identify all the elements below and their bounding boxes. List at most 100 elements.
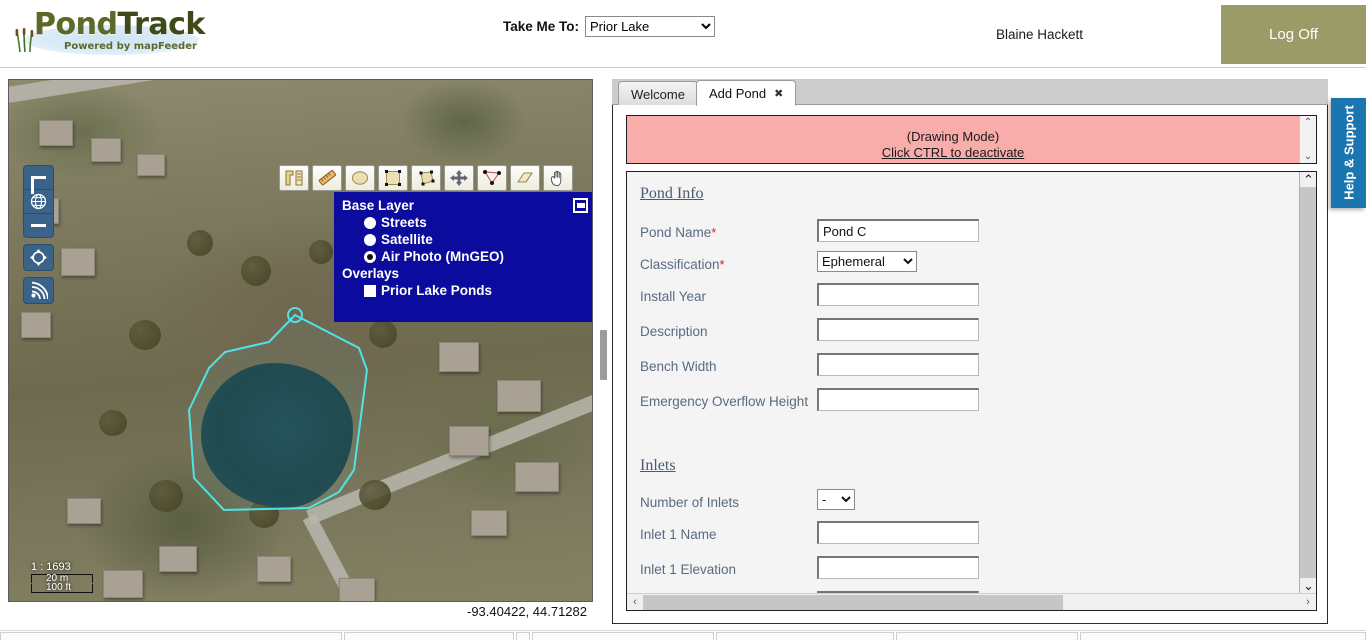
select-number-of-inlets[interactable]: - — [817, 489, 855, 510]
footer-strip — [0, 630, 1366, 640]
form-horizontal-scrollbar[interactable]: ‹ › — [627, 593, 1316, 610]
input-inlet-1-elevation[interactable] — [817, 556, 979, 579]
app-logo[interactable]: PondTrack Powered by mapFeeder — [6, 3, 206, 63]
tab-welcome-label: Welcome — [631, 86, 685, 102]
move-feature-tool-icon[interactable] — [444, 165, 474, 191]
map-scale-ratio: 1 : 1693 — [31, 561, 71, 573]
logo-tagline: Powered by mapFeeder — [64, 41, 197, 52]
tab-add-pond-label: Add Pond — [709, 85, 767, 101]
radio-icon-selected[interactable] — [364, 250, 376, 263]
overlay-option-prior-lake-ponds[interactable]: Prior Lake Ponds — [364, 282, 586, 299]
take-me-to-label: Take Me To: — [503, 19, 580, 34]
tab-close-icon[interactable]: ✖ — [774, 87, 783, 100]
map-tree — [241, 256, 271, 286]
base-layer-option-airphoto[interactable]: Air Photo (MnGEO) — [364, 248, 586, 265]
input-bench-width[interactable] — [817, 353, 979, 376]
field-row-install-year: Install Year — [640, 284, 706, 308]
footer-cell — [532, 632, 714, 640]
zoom-in-icon[interactable] — [23, 165, 54, 194]
map-building — [91, 138, 121, 162]
measure-distance-ruler-icon[interactable] — [312, 165, 342, 191]
take-me-to-select[interactable]: Prior Lake — [585, 16, 716, 37]
field-row-description: Description — [640, 319, 708, 343]
map-aerial-imagery[interactable]: 1 : 1693 20 m 100 ft — [9, 80, 592, 601]
form-scroll-right-icon[interactable]: › — [1300, 594, 1316, 611]
base-layer-label-satellite[interactable]: Satellite — [381, 231, 433, 248]
input-emergency-overflow-height[interactable] — [817, 388, 979, 411]
form-vertical-scrollbar[interactable]: ⌃ ⌄ — [1299, 172, 1316, 593]
edit-vertices-tool-icon[interactable] — [477, 165, 507, 191]
form-hscroll-thumb[interactable] — [643, 594, 1063, 610]
pond-form-frame: Pond Info Pond Name* Classification* Eph… — [626, 171, 1317, 611]
footer-cell — [0, 632, 342, 640]
scroll-down-icon[interactable]: ⌄ — [1304, 152, 1312, 162]
input-pond-name[interactable] — [817, 219, 979, 242]
input-install-year[interactable] — [817, 283, 979, 306]
input-inlet-1-name[interactable] — [817, 521, 979, 544]
map-tree — [187, 230, 213, 256]
map-tree — [149, 480, 183, 512]
help-and-support-label: Help & Support — [1341, 105, 1356, 200]
pan-hand-tool-icon[interactable] — [543, 165, 573, 191]
map-building — [471, 510, 507, 536]
reshape-polygon-tool-icon[interactable] — [411, 165, 441, 191]
field-row-pond-name: Pond Name* — [640, 220, 716, 244]
log-off-button[interactable]: Log Off — [1221, 5, 1366, 64]
globe-icon[interactable] — [23, 189, 54, 214]
select-classification[interactable]: Ephemeral — [817, 251, 917, 272]
map-road — [302, 513, 475, 601]
draw-rectangle-tool-icon[interactable] — [378, 165, 408, 191]
map-building — [257, 556, 291, 582]
pan-crosshair-icon[interactable] — [23, 244, 54, 271]
map-signal-icon[interactable] — [23, 277, 54, 304]
radio-icon[interactable] — [364, 233, 376, 246]
map-scale-bar: 1 : 1693 20 m 100 ft — [31, 561, 93, 593]
field-row-number-of-inlets: Number of Inlets — [640, 490, 739, 514]
alert-scrollbar[interactable]: ⌃ ⌄ — [1299, 116, 1316, 163]
radio-icon[interactable] — [364, 216, 376, 229]
label-description: Description — [640, 323, 708, 339]
label-inlet-1-elevation: Inlet 1 Elevation — [640, 561, 737, 577]
base-layer-label-airphoto[interactable]: Air Photo (MnGEO) — [381, 248, 504, 265]
label-inlet-1-name: Inlet 1 Name — [640, 526, 717, 542]
map-panel[interactable]: 1 : 1693 20 m 100 ft Base Layer Streets … — [8, 79, 593, 602]
panel-splitter-handle[interactable] — [600, 330, 607, 380]
base-layer-label-streets[interactable]: Streets — [381, 214, 427, 231]
map-building — [497, 380, 541, 412]
measure-area-tool-icon[interactable] — [279, 165, 309, 191]
field-row-bench-width: Bench Width — [640, 354, 717, 378]
field-row-inlet-1-elevation: Inlet 1 Elevation — [640, 557, 736, 581]
section-title-inlets: Inlets — [640, 457, 676, 474]
layer-switcher-panel[interactable]: Base Layer Streets Satellite Air Photo (… — [334, 192, 592, 322]
footer-cell — [516, 632, 530, 640]
drawing-mode-alert-line2: Click CTRL to deactivate — [881, 145, 1025, 160]
tab-welcome[interactable]: Welcome — [618, 81, 698, 106]
form-scroll-left-icon[interactable]: ‹ — [627, 594, 643, 611]
form-scroll-up-icon[interactable]: ⌃ — [1300, 172, 1316, 187]
zoom-out-icon[interactable] — [23, 213, 54, 238]
map-tree — [309, 240, 333, 264]
layer-panel-collapse-icon[interactable] — [573, 198, 588, 213]
form-scroll-down-icon[interactable]: ⌄ — [1300, 578, 1316, 593]
eraser-tool-icon[interactable] — [510, 165, 540, 191]
base-layer-option-streets[interactable]: Streets — [364, 214, 586, 231]
drawing-mode-alert-text: (Drawing Mode) Click CTRL to deactivate — [617, 129, 1289, 161]
checkbox-icon[interactable] — [364, 284, 376, 297]
scroll-up-icon[interactable]: ⌃ — [1304, 118, 1312, 128]
map-drawing-toolbar[interactable] — [279, 165, 573, 191]
logo-text: PondTrack — [34, 7, 205, 42]
logged-in-user-name: Blaine Hackett — [996, 27, 1084, 42]
tab-add-pond[interactable]: Add Pond ✖ — [696, 80, 797, 106]
map-building — [103, 570, 143, 598]
map-tree — [359, 480, 391, 510]
map-navigation-controls[interactable] — [23, 165, 59, 304]
app-header: PondTrack Powered by mapFeeder Take Me T… — [0, 0, 1366, 68]
input-description[interactable] — [817, 318, 979, 341]
footer-cell — [716, 632, 894, 640]
draw-circle-tool-icon[interactable] — [345, 165, 375, 191]
drawing-mode-alert-line1: (Drawing Mode) — [906, 129, 1000, 144]
overlay-label-prior-lake-ponds[interactable]: Prior Lake Ponds — [381, 282, 492, 299]
map-tree — [99, 410, 127, 436]
help-and-support-tab[interactable]: Help & Support — [1331, 98, 1366, 208]
base-layer-option-satellite[interactable]: Satellite — [364, 231, 586, 248]
